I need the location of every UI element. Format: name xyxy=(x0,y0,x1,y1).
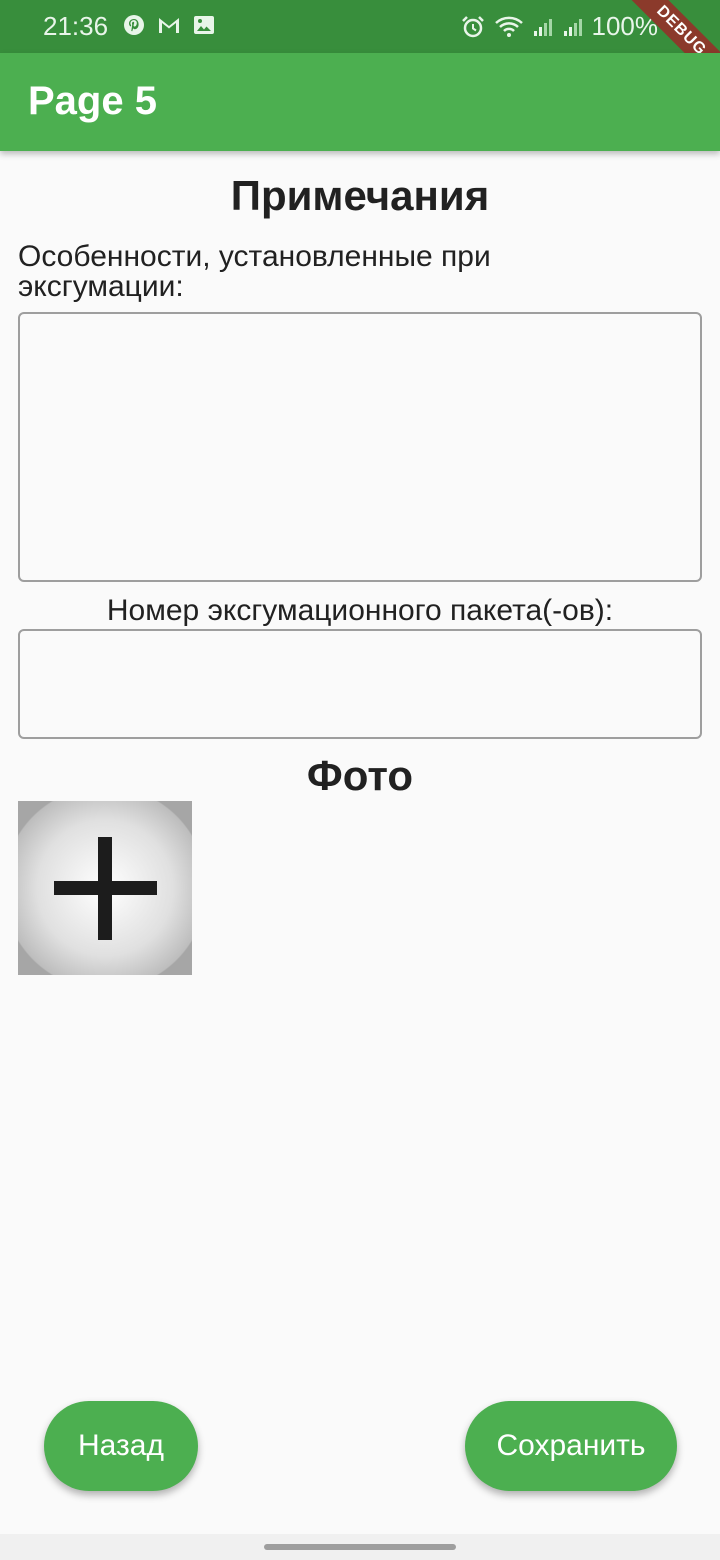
pinterest-icon xyxy=(124,15,144,35)
image-icon xyxy=(194,16,214,34)
app-bar: Page 5 xyxy=(0,53,720,151)
alarm-icon xyxy=(461,15,484,37)
features-label: Особенности, установленные при эксгумаци… xyxy=(18,240,491,303)
photo-section-title: Фото xyxy=(306,752,414,799)
status-time: 21:36 xyxy=(43,11,109,41)
package-number-label: Номер эксгумационного пакета(-ов): xyxy=(106,594,614,627)
page-title: Page 5 xyxy=(28,79,157,123)
signal-icon-2 xyxy=(563,18,582,36)
gmail-icon xyxy=(159,18,179,33)
add-photo-button[interactable] xyxy=(18,801,192,975)
notes-section-title: Примечания xyxy=(230,172,490,219)
system-navigation-bar xyxy=(0,1534,720,1560)
status-bar: 21:36 100% DEBUG xyxy=(0,0,720,101)
wifi-icon xyxy=(494,16,523,37)
status-notification-icons xyxy=(122,13,216,37)
signal-icon xyxy=(533,18,552,36)
save-button[interactable]: Сохранить xyxy=(465,1401,677,1491)
status-system-icons: 100% xyxy=(460,11,658,42)
home-gesture-handle[interactable] xyxy=(264,1544,456,1550)
features-textarea[interactable] xyxy=(18,312,702,582)
back-button[interactable]: Назад xyxy=(44,1401,198,1491)
package-number-input[interactable] xyxy=(18,629,702,739)
